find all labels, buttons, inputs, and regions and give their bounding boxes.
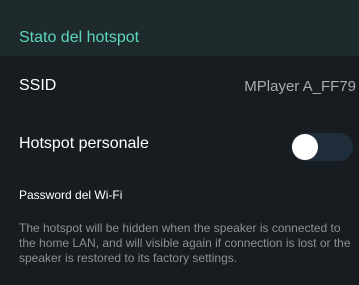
personal-hotspot-toggle[interactable] xyxy=(291,133,353,161)
wifi-password-item[interactable]: Password del Wi-Fi xyxy=(19,188,122,202)
hotspot-settings-screen: Stato del hotspot SSID MPlayer A_FF79 Ho… xyxy=(0,0,359,285)
section-header: Stato del hotspot xyxy=(0,0,359,56)
toggle-knob xyxy=(292,134,318,160)
ssid-label: SSID xyxy=(19,77,57,94)
personal-hotspot-label: Hotspot personale xyxy=(19,135,149,152)
section-title: Stato del hotspot xyxy=(19,29,140,46)
hotspot-description: The hotspot will be hidden when the spea… xyxy=(19,221,351,265)
ssid-value: MPlayer A_FF79 xyxy=(244,78,356,95)
